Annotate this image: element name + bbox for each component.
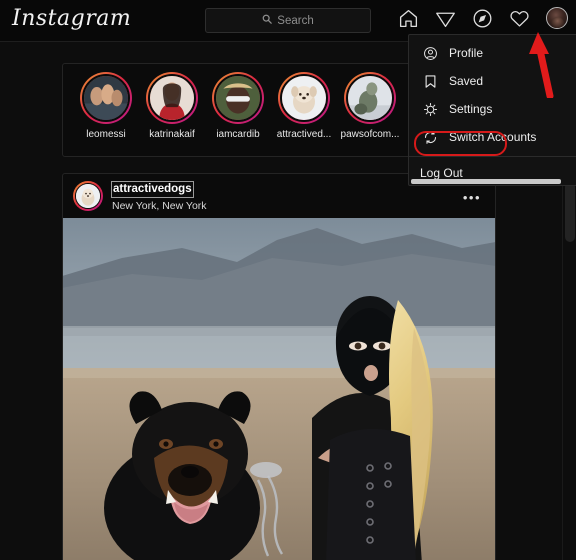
menu-item-settings[interactable]: Settings xyxy=(409,95,576,123)
post-options-button[interactable]: ••• xyxy=(463,191,481,204)
story-item[interactable]: attractived... xyxy=(271,72,337,140)
post-username[interactable]: attractivedogs xyxy=(111,181,194,198)
navigation-icons xyxy=(398,7,568,29)
menu-item-settings-label: Settings xyxy=(449,102,493,116)
page-scrollbar-thumb[interactable] xyxy=(565,182,575,242)
instagram-logo[interactable]: Instagram xyxy=(12,6,131,31)
menu-item-saved-label: Saved xyxy=(449,74,484,88)
person-circle-icon xyxy=(422,45,438,61)
menu-item-log-out-label: Log Out xyxy=(420,166,463,180)
story-item[interactable]: iamcardib xyxy=(205,72,271,140)
heart-icon[interactable] xyxy=(509,8,530,29)
story-thumbnail xyxy=(148,74,196,122)
post-location[interactable]: New York, New York xyxy=(112,200,207,213)
gear-icon xyxy=(422,101,438,117)
menu-item-saved[interactable]: Saved xyxy=(409,67,576,95)
story-username: katrinakaif xyxy=(149,129,195,140)
story-item[interactable]: leomessi xyxy=(73,72,139,140)
menu-item-profile-label: Profile xyxy=(449,46,484,60)
paper-plane-icon[interactable] xyxy=(435,8,456,29)
story-thumbnail xyxy=(82,74,130,122)
compass-icon[interactable] xyxy=(472,8,493,29)
bookmark-icon xyxy=(422,73,438,89)
story-thumbnail xyxy=(346,74,394,122)
post-image[interactable] xyxy=(63,218,495,560)
story-ring xyxy=(212,72,264,124)
story-username: leomessi xyxy=(86,129,126,140)
story-username: pawsofcom... xyxy=(340,129,400,140)
switch-accounts-icon xyxy=(422,129,438,145)
search-icon xyxy=(262,14,273,27)
story-thumbnail xyxy=(214,74,262,122)
search-input[interactable]: Search xyxy=(205,8,371,33)
menu-item-switch-accounts-label: Switch Accounts xyxy=(449,130,537,144)
profile-dropdown-menu: Profile Saved Settings Switch Accounts L… xyxy=(408,34,576,186)
search-placeholder: Search xyxy=(277,14,314,27)
profile-avatar[interactable] xyxy=(546,7,568,29)
post-author-avatar[interactable] xyxy=(73,181,103,211)
post-author-info: attractivedogs New York, New York xyxy=(111,178,207,213)
feed-post: attractivedogs New York, New York ••• xyxy=(62,173,496,560)
home-icon[interactable] xyxy=(398,8,419,29)
post-author-thumbnail xyxy=(75,183,101,209)
story-ring xyxy=(278,72,330,124)
story-item[interactable]: pawsofcom... xyxy=(337,72,403,140)
story-thumbnail xyxy=(280,74,328,122)
story-username: iamcardib xyxy=(216,129,260,140)
menu-item-profile[interactable]: Profile xyxy=(409,39,576,67)
menu-horizontal-scrollbar[interactable] xyxy=(411,179,561,184)
story-username: attractived... xyxy=(276,129,332,140)
story-ring xyxy=(146,72,198,124)
menu-divider xyxy=(409,156,576,157)
story-ring xyxy=(344,72,396,124)
instagram-window: Instagram Search leomessi katrinakaif ia… xyxy=(0,0,576,560)
story-item[interactable]: katrinakaif xyxy=(139,72,205,140)
menu-item-switch-accounts[interactable]: Switch Accounts xyxy=(409,123,576,151)
story-ring xyxy=(80,72,132,124)
